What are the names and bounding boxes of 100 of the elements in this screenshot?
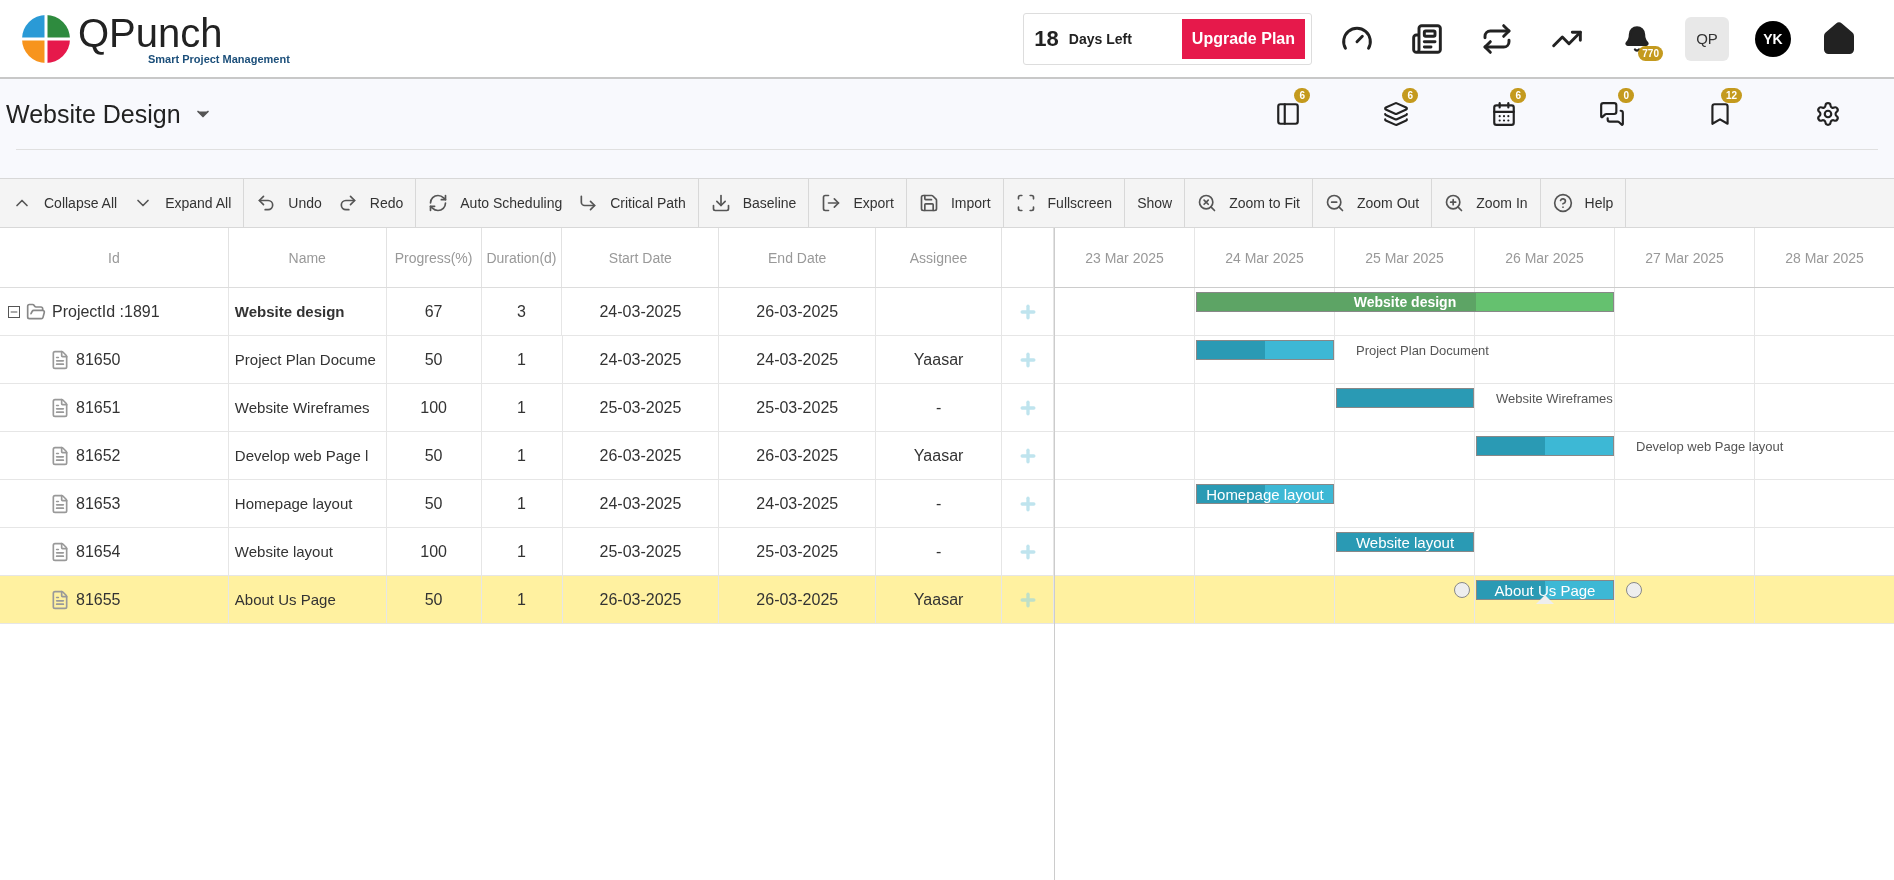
start-date-cell: 26-03-2025 (599, 590, 682, 609)
count-badge: 6 (1402, 88, 1418, 103)
toolbar-button[interactable]: Undo (248, 183, 330, 223)
file-icon (50, 589, 70, 610)
id-cell: 81650 (76, 350, 121, 369)
bar-label: Homepage layout (1206, 485, 1324, 503)
duration-cell: 1 (517, 446, 526, 465)
duration-cell: 1 (517, 590, 526, 609)
table-row[interactable]: 81650 Project Plan Docume 50 1 24-03-2025 24-03-2025 Yaasar (0, 336, 1054, 384)
table-row[interactable]: ProjectId :1891 Website design 67 3 24-03-2025 26-03-2025 (0, 288, 1054, 336)
user-initials[interactable]: QP (1685, 16, 1729, 61)
end-date-cell: 26-03-2025 (756, 302, 839, 321)
start-date-cell: 26-03-2025 (599, 446, 682, 465)
table-row[interactable]: 81652 Develop web Page l 50 1 26-03-2025 26-03-2025 Yaasar (0, 432, 1054, 480)
id-cell: 81653 (76, 494, 121, 513)
toolbar-button[interactable]: Collapse All (4, 183, 126, 223)
end-date-cell: 25-03-2025 (756, 398, 839, 417)
days-label: Days Left (1068, 30, 1132, 47)
toolbar-button[interactable]: Auto Scheduling (420, 183, 571, 223)
calendar-icon[interactable] (1491, 101, 1517, 127)
notification-badge: 770 (1638, 45, 1663, 61)
chat-icon[interactable] (1599, 101, 1625, 127)
folder-icon (26, 301, 46, 322)
name-cell: Website layout (234, 543, 333, 560)
tool-icon (918, 193, 939, 213)
file-icon (50, 445, 70, 466)
collapse-toggle[interactable] (8, 305, 20, 318)
progress-handle[interactable] (1536, 595, 1554, 604)
toolbar-button[interactable]: Export (813, 183, 902, 223)
link-handle[interactable] (1454, 582, 1470, 598)
assignee-cell: Yaasar (913, 350, 964, 369)
duration-cell: 3 (517, 302, 526, 321)
tool-icon (1015, 193, 1036, 213)
toolbar-button[interactable]: Baseline (702, 183, 805, 223)
tool-icon (1552, 193, 1573, 213)
progress-cell: 50 (424, 350, 443, 369)
table-row[interactable]: 81655 About Us Page 50 1 26-03-2025 26-03-2025 Yaasar (0, 576, 1054, 624)
toolbar-button[interactable]: Redo (329, 183, 412, 223)
list-icon[interactable] (1411, 22, 1443, 55)
count-badge: 0 (1618, 88, 1634, 103)
date-header: 26 Mar 2025 (1475, 228, 1615, 287)
assignee-cell: Yaasar (913, 446, 964, 465)
layers-icon[interactable] (1383, 101, 1409, 127)
tool-icon (1197, 193, 1218, 213)
file-icon (50, 541, 70, 562)
tool-icon (710, 193, 731, 213)
end-date-cell: 25-03-2025 (756, 542, 839, 561)
toolbar-button[interactable]: Critical Path (570, 183, 694, 223)
bar-label: Website design (1353, 294, 1457, 310)
name-cell: Website Wireframes (234, 399, 370, 416)
end-date-cell: 24-03-2025 (756, 494, 839, 513)
end-date-cell: 24-03-2025 (756, 350, 839, 369)
table-row[interactable]: 81651 Website Wireframes 100 1 25-03-2025 25-03-2025 - (0, 384, 1054, 432)
link-handle[interactable] (1626, 582, 1642, 598)
project-title[interactable]: Website Design (6, 99, 181, 129)
assignee-cell: - (935, 494, 942, 513)
tool-icon (821, 193, 842, 213)
count-badge: 12 (1720, 88, 1742, 103)
repeat-icon[interactable] (1481, 22, 1513, 55)
tool-icon (1444, 193, 1465, 213)
id-cell: 81654 (76, 542, 121, 561)
date-header: 25 Mar 2025 (1335, 228, 1475, 287)
date-header: 24 Mar 2025 (1195, 228, 1335, 287)
toolbar-button[interactable]: Import (910, 183, 999, 223)
toolbar-button[interactable]: Show (1129, 183, 1181, 223)
table-row[interactable]: 81654 Website layout 100 1 25-03-2025 25-03-2025 - (0, 528, 1054, 576)
date-header: 27 Mar 2025 (1615, 228, 1755, 287)
count-badge: 6 (1294, 88, 1310, 103)
home-icon[interactable] (1821, 20, 1857, 57)
toolbar-button[interactable]: Zoom to Fit (1189, 183, 1308, 223)
tool-icon (578, 193, 599, 213)
name-cell: Project Plan Docume (234, 351, 376, 368)
upgrade-button[interactable]: Upgrade Plan (1181, 18, 1305, 59)
logo-icon (20, 12, 72, 65)
user-avatar[interactable]: YK (1755, 20, 1791, 57)
progress-cell: 50 (424, 446, 443, 465)
settings-icon[interactable] (1815, 101, 1841, 127)
panel-icon[interactable] (1275, 101, 1301, 127)
toolbar-button[interactable]: Fullscreen (1007, 183, 1121, 223)
duration-cell: 1 (517, 398, 526, 417)
file-icon (50, 493, 70, 514)
toolbar-button[interactable]: Zoom In (1436, 183, 1536, 223)
progress-cell: 100 (420, 542, 447, 561)
bar-label: Project Plan Document (1356, 343, 1489, 358)
bar-label: About Us Page (1494, 581, 1596, 599)
toolbar-button[interactable]: Expand All (125, 183, 240, 223)
toolbar-button[interactable]: Help (1544, 183, 1622, 223)
assignee-cell: - (935, 398, 942, 417)
bar-label: Develop web Page layout (1636, 439, 1784, 454)
tool-icon (1325, 193, 1345, 213)
file-icon (50, 397, 70, 418)
days-count: 18 (1034, 25, 1059, 52)
table-row[interactable]: 81653 Homepage layout 50 1 24-03-2025 24-03-2025 - (0, 480, 1054, 528)
date-header: 28 Mar 2025 (1755, 228, 1894, 287)
toolbar-button[interactable]: Zoom Out (1317, 183, 1428, 223)
progress-cell: 50 (424, 590, 443, 609)
tool-icon (428, 193, 449, 213)
duration-cell: 1 (517, 542, 526, 561)
id-cell: 81655 (76, 590, 121, 609)
bar-label: Website layout (1355, 533, 1455, 551)
